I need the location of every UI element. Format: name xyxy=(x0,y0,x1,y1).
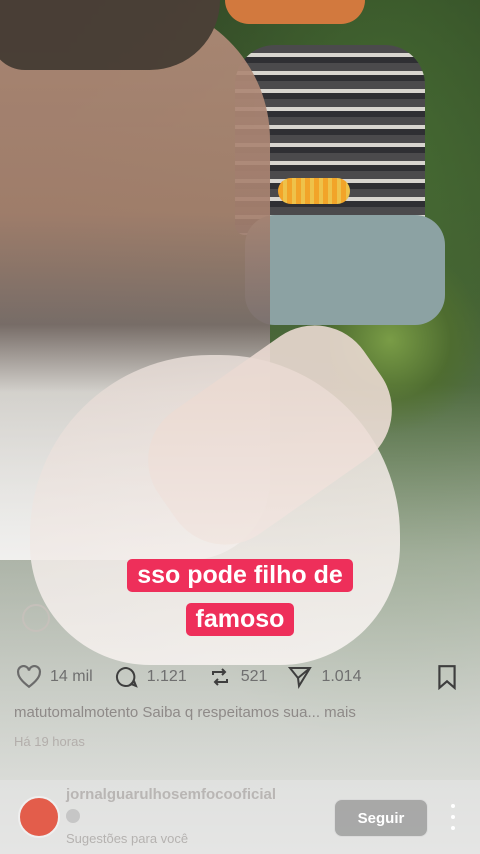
shares-count: 1.014 xyxy=(321,668,362,685)
suggestion-footer: jornalguarulhosemfocooficial Sugestões p… xyxy=(0,780,480,854)
likes-count: 14 mil xyxy=(50,668,93,685)
frost-overlay xyxy=(0,0,480,854)
caption-text-1: sso pode filho de xyxy=(127,559,353,592)
video-feed[interactable]: sso pode filho de famoso 14 mil 1.121 52… xyxy=(0,0,480,854)
caption-line-1: sso pode filho de xyxy=(0,559,480,592)
verified-icon xyxy=(66,809,80,823)
heart-icon xyxy=(17,665,41,689)
repost-button[interactable]: 521 xyxy=(207,665,268,689)
caption-line-2: famoso xyxy=(0,603,480,636)
follow-label: Seguir xyxy=(357,809,405,827)
save-button[interactable] xyxy=(436,664,466,690)
share-button[interactable]: 1.014 xyxy=(287,665,361,689)
suggestion-label: Sugestões para você xyxy=(66,831,189,846)
comment-button[interactable]: 1.121 xyxy=(113,665,187,689)
comments-count: 1.121 xyxy=(146,668,187,685)
action-bar: 14 mil 1.121 521 1.014 xyxy=(16,660,466,694)
account-name[interactable]: jornalguarulhosemfocooficial xyxy=(66,786,276,803)
comment-icon xyxy=(115,666,138,688)
repost-icon xyxy=(211,668,228,686)
bookmark-icon xyxy=(438,665,456,690)
send-icon xyxy=(288,667,313,689)
follow-button[interactable]: Seguir xyxy=(334,799,428,837)
account-avatar[interactable] xyxy=(18,796,60,838)
reposts-count: 521 xyxy=(240,668,268,685)
like-button[interactable]: 14 mil xyxy=(16,665,93,689)
post-time: Há 19 horas xyxy=(14,734,85,749)
caption-text-2: famoso xyxy=(185,603,295,636)
post-description[interactable]: matutomalmotento Saiba q respeitamos sua… xyxy=(14,704,464,721)
more-options-icon[interactable] xyxy=(446,804,460,830)
